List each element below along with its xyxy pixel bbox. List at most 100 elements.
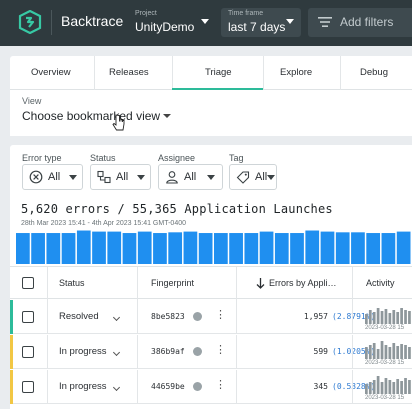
table-row[interactable]: In progress 386b9af ⋮ 599 (1.0205%) 2023… bbox=[10, 335, 412, 369]
histogram-bar[interactable] bbox=[76, 230, 91, 264]
timeframe-selector[interactable]: Time frame last 7 days bbox=[221, 8, 301, 37]
project-selector[interactable]: Project UnityDemo bbox=[128, 8, 216, 37]
histogram-bar[interactable] bbox=[381, 233, 396, 264]
sparkline-bar bbox=[368, 310, 372, 324]
row-checkbox[interactable] bbox=[22, 311, 34, 323]
histogram-bar[interactable] bbox=[335, 232, 350, 264]
chevron-down-icon[interactable] bbox=[112, 348, 121, 357]
chevron-down-icon[interactable] bbox=[163, 114, 171, 118]
activity-date: 2023-03-28 15 bbox=[365, 360, 405, 366]
activity-sparkline[interactable] bbox=[365, 374, 412, 394]
status-filter-value: All bbox=[116, 171, 129, 183]
tab-releases[interactable]: Releases bbox=[109, 67, 149, 78]
more-vertical-icon[interactable]: ⋮ bbox=[215, 345, 226, 356]
table-row[interactable]: Resolved 8be5823 ⋮ 1,957 (2.8791%) 2023-… bbox=[10, 300, 412, 334]
activity-column-header[interactable]: Activity bbox=[366, 278, 395, 288]
histogram-bar[interactable] bbox=[290, 233, 304, 264]
histogram-bar[interactable] bbox=[244, 233, 259, 264]
sparkline-bar bbox=[384, 378, 388, 394]
sparkline-bar bbox=[368, 382, 372, 394]
histogram-bar[interactable] bbox=[366, 233, 381, 264]
histogram-bar[interactable] bbox=[107, 231, 122, 264]
assignee-filter[interactable]: All bbox=[158, 164, 223, 190]
fingerprint-column-header[interactable]: Fingerprint bbox=[151, 278, 194, 288]
status-column-header[interactable]: Status bbox=[59, 278, 85, 288]
user-icon bbox=[166, 171, 178, 184]
column-divider bbox=[47, 267, 48, 300]
caret-down-icon bbox=[69, 175, 77, 180]
error-count: 599 bbox=[313, 347, 328, 356]
sparkline-bar bbox=[365, 384, 368, 394]
histogram-bar[interactable] bbox=[274, 233, 289, 264]
histogram-bar[interactable] bbox=[198, 233, 213, 264]
sparkline-bar bbox=[384, 309, 388, 324]
column-divider bbox=[236, 335, 237, 369]
fingerprint-link[interactable]: 44659be bbox=[151, 382, 185, 391]
fingerprint-link[interactable]: 386b9af bbox=[151, 347, 185, 356]
status-dropdown[interactable]: Resolved bbox=[59, 311, 99, 322]
settings-icon[interactable] bbox=[193, 312, 202, 321]
settings-icon[interactable] bbox=[193, 347, 202, 356]
settings-icon[interactable] bbox=[193, 382, 202, 391]
filter-label-tag: Tag bbox=[229, 153, 244, 163]
filter-label-error-type: Error type bbox=[22, 153, 62, 163]
histogram-bar[interactable] bbox=[61, 233, 76, 264]
chevron-down-icon[interactable] bbox=[112, 383, 121, 392]
histogram-bar[interactable] bbox=[396, 231, 411, 264]
histogram-bar[interactable] bbox=[137, 231, 152, 264]
histogram-bar[interactable] bbox=[46, 233, 61, 264]
row-checkbox[interactable] bbox=[22, 381, 34, 393]
mouse-pointer-icon bbox=[112, 114, 125, 131]
more-vertical-icon[interactable]: ⋮ bbox=[215, 380, 226, 391]
sparkline-bar bbox=[408, 347, 411, 359]
column-divider bbox=[352, 300, 353, 334]
histogram-bar[interactable] bbox=[259, 231, 274, 264]
histogram-bar[interactable] bbox=[183, 231, 198, 264]
activity-sparkline[interactable] bbox=[365, 339, 412, 359]
brand-name: Backtrace bbox=[61, 13, 124, 29]
project-value: UnityDemo bbox=[135, 20, 195, 34]
select-all-checkbox[interactable] bbox=[22, 277, 34, 289]
sparkline-bar bbox=[408, 311, 411, 324]
histogram-bar[interactable] bbox=[229, 233, 243, 264]
caret-down-icon bbox=[201, 19, 209, 24]
chevron-down-icon[interactable] bbox=[112, 313, 121, 322]
error-type-filter[interactable]: All bbox=[22, 164, 83, 190]
tag-filter[interactable]: All bbox=[229, 164, 277, 190]
histogram-bar[interactable] bbox=[305, 230, 320, 264]
histogram-bar[interactable] bbox=[31, 233, 45, 264]
column-divider bbox=[137, 300, 138, 334]
error-count: 345 bbox=[313, 382, 328, 391]
histogram-bar[interactable] bbox=[214, 233, 228, 264]
backtrace-logo-icon[interactable] bbox=[18, 10, 42, 34]
tab-explore[interactable]: Explore bbox=[280, 67, 312, 78]
histogram-bar[interactable] bbox=[16, 233, 30, 264]
row-checkbox[interactable] bbox=[22, 346, 34, 358]
sparkline-bar bbox=[388, 313, 392, 324]
histogram-bar[interactable] bbox=[320, 231, 335, 264]
histogram-bar[interactable] bbox=[122, 233, 137, 264]
activity-sparkline[interactable] bbox=[365, 304, 412, 324]
sparkline-bar bbox=[384, 345, 388, 359]
status-filter[interactable]: All bbox=[90, 164, 151, 190]
column-divider bbox=[352, 267, 353, 300]
bookmarked-view-dropdown[interactable]: Choose bookmarked view bbox=[22, 109, 160, 123]
status-dropdown[interactable]: In progress bbox=[59, 346, 107, 357]
error-histogram[interactable] bbox=[16, 228, 412, 264]
sort-arrow-down-icon[interactable] bbox=[256, 278, 265, 289]
tab-triage[interactable]: Triage bbox=[205, 67, 232, 78]
histogram-bar[interactable] bbox=[351, 232, 365, 264]
tab-overview[interactable]: Overview bbox=[31, 67, 71, 78]
status-dropdown[interactable]: In progress bbox=[59, 381, 107, 392]
histogram-bar[interactable] bbox=[153, 233, 167, 264]
histogram-bar[interactable] bbox=[168, 232, 183, 264]
histogram-bar[interactable] bbox=[92, 231, 106, 264]
tab-debug[interactable]: Debug bbox=[360, 67, 388, 78]
more-vertical-icon[interactable]: ⋮ bbox=[215, 310, 226, 321]
fingerprint-link[interactable]: 8be5823 bbox=[151, 312, 185, 321]
add-filters-button[interactable]: Add filters bbox=[308, 8, 412, 37]
table-row[interactable]: In progress 44659be ⋮ 345 (0.5328%) 2023… bbox=[10, 370, 412, 404]
status-icon bbox=[97, 170, 111, 184]
column-divider bbox=[352, 370, 353, 404]
errors-column-header[interactable]: Errors by Appli… bbox=[269, 278, 337, 288]
